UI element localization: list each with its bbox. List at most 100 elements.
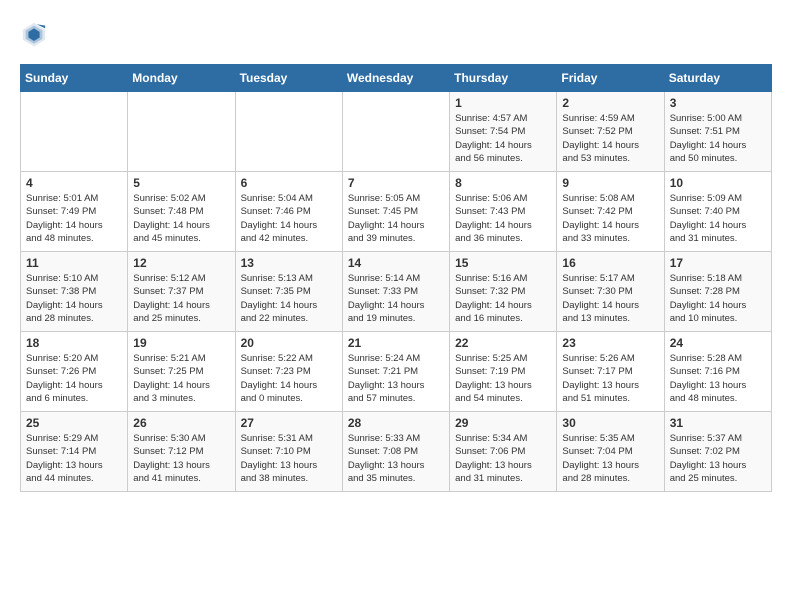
- day-number: 26: [133, 416, 229, 430]
- day-info: Sunrise: 5:33 AM Sunset: 7:08 PM Dayligh…: [348, 432, 444, 485]
- day-info: Sunrise: 4:57 AM Sunset: 7:54 PM Dayligh…: [455, 112, 551, 165]
- calendar-cell: 1 Sunrise: 4:57 AM Sunset: 7:54 PM Daylig…: [450, 92, 557, 172]
- weekday-header-friday: Friday: [557, 65, 664, 92]
- day-info: Sunrise: 5:26 AM Sunset: 7:17 PM Dayligh…: [562, 352, 658, 405]
- day-info: Sunrise: 5:05 AM Sunset: 7:45 PM Dayligh…: [348, 192, 444, 245]
- weekday-header-sunday: Sunday: [21, 65, 128, 92]
- calendar-cell: 9Sunrise: 5:08 AM Sunset: 7:42 PM Daylig…: [557, 172, 664, 252]
- day-info: Sunrise: 5:17 AM Sunset: 7:30 PM Dayligh…: [562, 272, 658, 325]
- calendar-week-row: 25 Sunrise: 5:29 AM Sunset: 7:14 PM Dayli…: [21, 412, 772, 492]
- calendar-cell: 29Sunrise: 5:34 AM Sunset: 7:06 PM Dayli…: [450, 412, 557, 492]
- day-info: Sunrise: 5:20 AM Sunset: 7:26 PM Dayligh…: [26, 352, 122, 405]
- calendar-cell: 23 Sunrise: 5:26 AM Sunset: 7:17 PM Dayli…: [557, 332, 664, 412]
- day-number: 12: [133, 256, 229, 270]
- day-number: 10: [670, 176, 766, 190]
- calendar-week-row: 1 Sunrise: 4:57 AM Sunset: 7:54 PM Daylig…: [21, 92, 772, 172]
- day-info: Sunrise: 5:18 AM Sunset: 7:28 PM Dayligh…: [670, 272, 766, 325]
- day-info: Sunrise: 5:37 AM Sunset: 7:02 PM Dayligh…: [670, 432, 766, 485]
- calendar-week-row: 11Sunrise: 5:10 AM Sunset: 7:38 PM Dayli…: [21, 252, 772, 332]
- calendar-cell: 13 Sunrise: 5:13 AM Sunset: 7:35 PM Dayli…: [235, 252, 342, 332]
- calendar-cell: 11Sunrise: 5:10 AM Sunset: 7:38 PM Dayli…: [21, 252, 128, 332]
- calendar-cell: 26 Sunrise: 5:30 AM Sunset: 7:12 PM Dayli…: [128, 412, 235, 492]
- day-info: Sunrise: 5:30 AM Sunset: 7:12 PM Dayligh…: [133, 432, 229, 485]
- day-info: Sunrise: 5:35 AM Sunset: 7:04 PM Dayligh…: [562, 432, 658, 485]
- calendar-cell: 10 Sunrise: 5:09 AM Sunset: 7:40 PM Dayli…: [664, 172, 771, 252]
- day-number: 6: [241, 176, 337, 190]
- page-header: [20, 20, 772, 48]
- day-number: 23: [562, 336, 658, 350]
- day-number: 30: [562, 416, 658, 430]
- day-number: 16: [562, 256, 658, 270]
- day-number: 19: [133, 336, 229, 350]
- day-info: Sunrise: 5:06 AM Sunset: 7:43 PM Dayligh…: [455, 192, 551, 245]
- day-number: 22: [455, 336, 551, 350]
- weekday-header-monday: Monday: [128, 65, 235, 92]
- day-number: 14: [348, 256, 444, 270]
- day-number: 29: [455, 416, 551, 430]
- day-number: 17: [670, 256, 766, 270]
- day-info: Sunrise: 5:31 AM Sunset: 7:10 PM Dayligh…: [241, 432, 337, 485]
- calendar-cell: [21, 92, 128, 172]
- day-info: Sunrise: 5:25 AM Sunset: 7:19 PM Dayligh…: [455, 352, 551, 405]
- calendar-cell: 24Sunrise: 5:28 AM Sunset: 7:16 PM Dayli…: [664, 332, 771, 412]
- day-info: Sunrise: 5:09 AM Sunset: 7:40 PM Dayligh…: [670, 192, 766, 245]
- day-number: 2: [562, 96, 658, 110]
- day-number: 31: [670, 416, 766, 430]
- weekday-header-wednesday: Wednesday: [342, 65, 449, 92]
- day-info: Sunrise: 5:24 AM Sunset: 7:21 PM Dayligh…: [348, 352, 444, 405]
- calendar-cell: 31 Sunrise: 5:37 AM Sunset: 7:02 PM Dayli…: [664, 412, 771, 492]
- day-number: 24: [670, 336, 766, 350]
- day-number: 3: [670, 96, 766, 110]
- calendar-cell: 2Sunrise: 4:59 AM Sunset: 7:52 PM Daylig…: [557, 92, 664, 172]
- calendar-cell: 14 Sunrise: 5:14 AM Sunset: 7:33 PM Dayli…: [342, 252, 449, 332]
- day-number: 21: [348, 336, 444, 350]
- day-number: 25: [26, 416, 122, 430]
- weekday-header-tuesday: Tuesday: [235, 65, 342, 92]
- day-number: 13: [241, 256, 337, 270]
- calendar-cell: 20 Sunrise: 5:22 AM Sunset: 7:23 PM Dayli…: [235, 332, 342, 412]
- calendar-cell: 6 Sunrise: 5:04 AM Sunset: 7:46 PM Daylig…: [235, 172, 342, 252]
- calendar-cell: 18 Sunrise: 5:20 AM Sunset: 7:26 PM Dayli…: [21, 332, 128, 412]
- day-number: 7: [348, 176, 444, 190]
- calendar-cell: 8 Sunrise: 5:06 AM Sunset: 7:43 PM Daylig…: [450, 172, 557, 252]
- calendar-cell: 5 Sunrise: 5:02 AM Sunset: 7:48 PM Daylig…: [128, 172, 235, 252]
- calendar-cell: 16 Sunrise: 5:17 AM Sunset: 7:30 PM Dayli…: [557, 252, 664, 332]
- calendar-cell: 25 Sunrise: 5:29 AM Sunset: 7:14 PM Dayli…: [21, 412, 128, 492]
- day-info: Sunrise: 5:02 AM Sunset: 7:48 PM Dayligh…: [133, 192, 229, 245]
- day-number: 1: [455, 96, 551, 110]
- calendar-cell: [342, 92, 449, 172]
- day-number: 28: [348, 416, 444, 430]
- calendar-cell: 28 Sunrise: 5:33 AM Sunset: 7:08 PM Dayli…: [342, 412, 449, 492]
- day-number: 20: [241, 336, 337, 350]
- weekday-header-saturday: Saturday: [664, 65, 771, 92]
- day-info: Sunrise: 5:22 AM Sunset: 7:23 PM Dayligh…: [241, 352, 337, 405]
- weekday-header-thursday: Thursday: [450, 65, 557, 92]
- day-info: Sunrise: 5:13 AM Sunset: 7:35 PM Dayligh…: [241, 272, 337, 325]
- day-info: Sunrise: 5:21 AM Sunset: 7:25 PM Dayligh…: [133, 352, 229, 405]
- day-info: Sunrise: 5:29 AM Sunset: 7:14 PM Dayligh…: [26, 432, 122, 485]
- calendar-cell: 15 Sunrise: 5:16 AM Sunset: 7:32 PM Dayli…: [450, 252, 557, 332]
- day-number: 5: [133, 176, 229, 190]
- day-info: Sunrise: 5:16 AM Sunset: 7:32 PM Dayligh…: [455, 272, 551, 325]
- calendar-cell: 30 Sunrise: 5:35 AM Sunset: 7:04 PM Dayli…: [557, 412, 664, 492]
- logo: [20, 20, 52, 48]
- day-number: 18: [26, 336, 122, 350]
- day-number: 4: [26, 176, 122, 190]
- calendar-cell: 4Sunrise: 5:01 AM Sunset: 7:49 PM Daylig…: [21, 172, 128, 252]
- calendar-week-row: 4Sunrise: 5:01 AM Sunset: 7:49 PM Daylig…: [21, 172, 772, 252]
- calendar-cell: 19 Sunrise: 5:21 AM Sunset: 7:25 PM Dayli…: [128, 332, 235, 412]
- weekday-header-row: SundayMondayTuesdayWednesdayThursdayFrid…: [21, 65, 772, 92]
- calendar-cell: 3Sunrise: 5:00 AM Sunset: 7:51 PM Daylig…: [664, 92, 771, 172]
- logo-icon: [20, 20, 48, 48]
- calendar-week-row: 18 Sunrise: 5:20 AM Sunset: 7:26 PM Dayli…: [21, 332, 772, 412]
- day-number: 9: [562, 176, 658, 190]
- day-info: Sunrise: 5:14 AM Sunset: 7:33 PM Dayligh…: [348, 272, 444, 325]
- calendar-cell: 12 Sunrise: 5:12 AM Sunset: 7:37 PM Dayli…: [128, 252, 235, 332]
- calendar-cell: 27Sunrise: 5:31 AM Sunset: 7:10 PM Dayli…: [235, 412, 342, 492]
- day-info: Sunrise: 5:12 AM Sunset: 7:37 PM Dayligh…: [133, 272, 229, 325]
- calendar-table: SundayMondayTuesdayWednesdayThursdayFrid…: [20, 64, 772, 492]
- day-number: 15: [455, 256, 551, 270]
- day-info: Sunrise: 5:04 AM Sunset: 7:46 PM Dayligh…: [241, 192, 337, 245]
- calendar-cell: 21 Sunrise: 5:24 AM Sunset: 7:21 PM Dayli…: [342, 332, 449, 412]
- day-number: 8: [455, 176, 551, 190]
